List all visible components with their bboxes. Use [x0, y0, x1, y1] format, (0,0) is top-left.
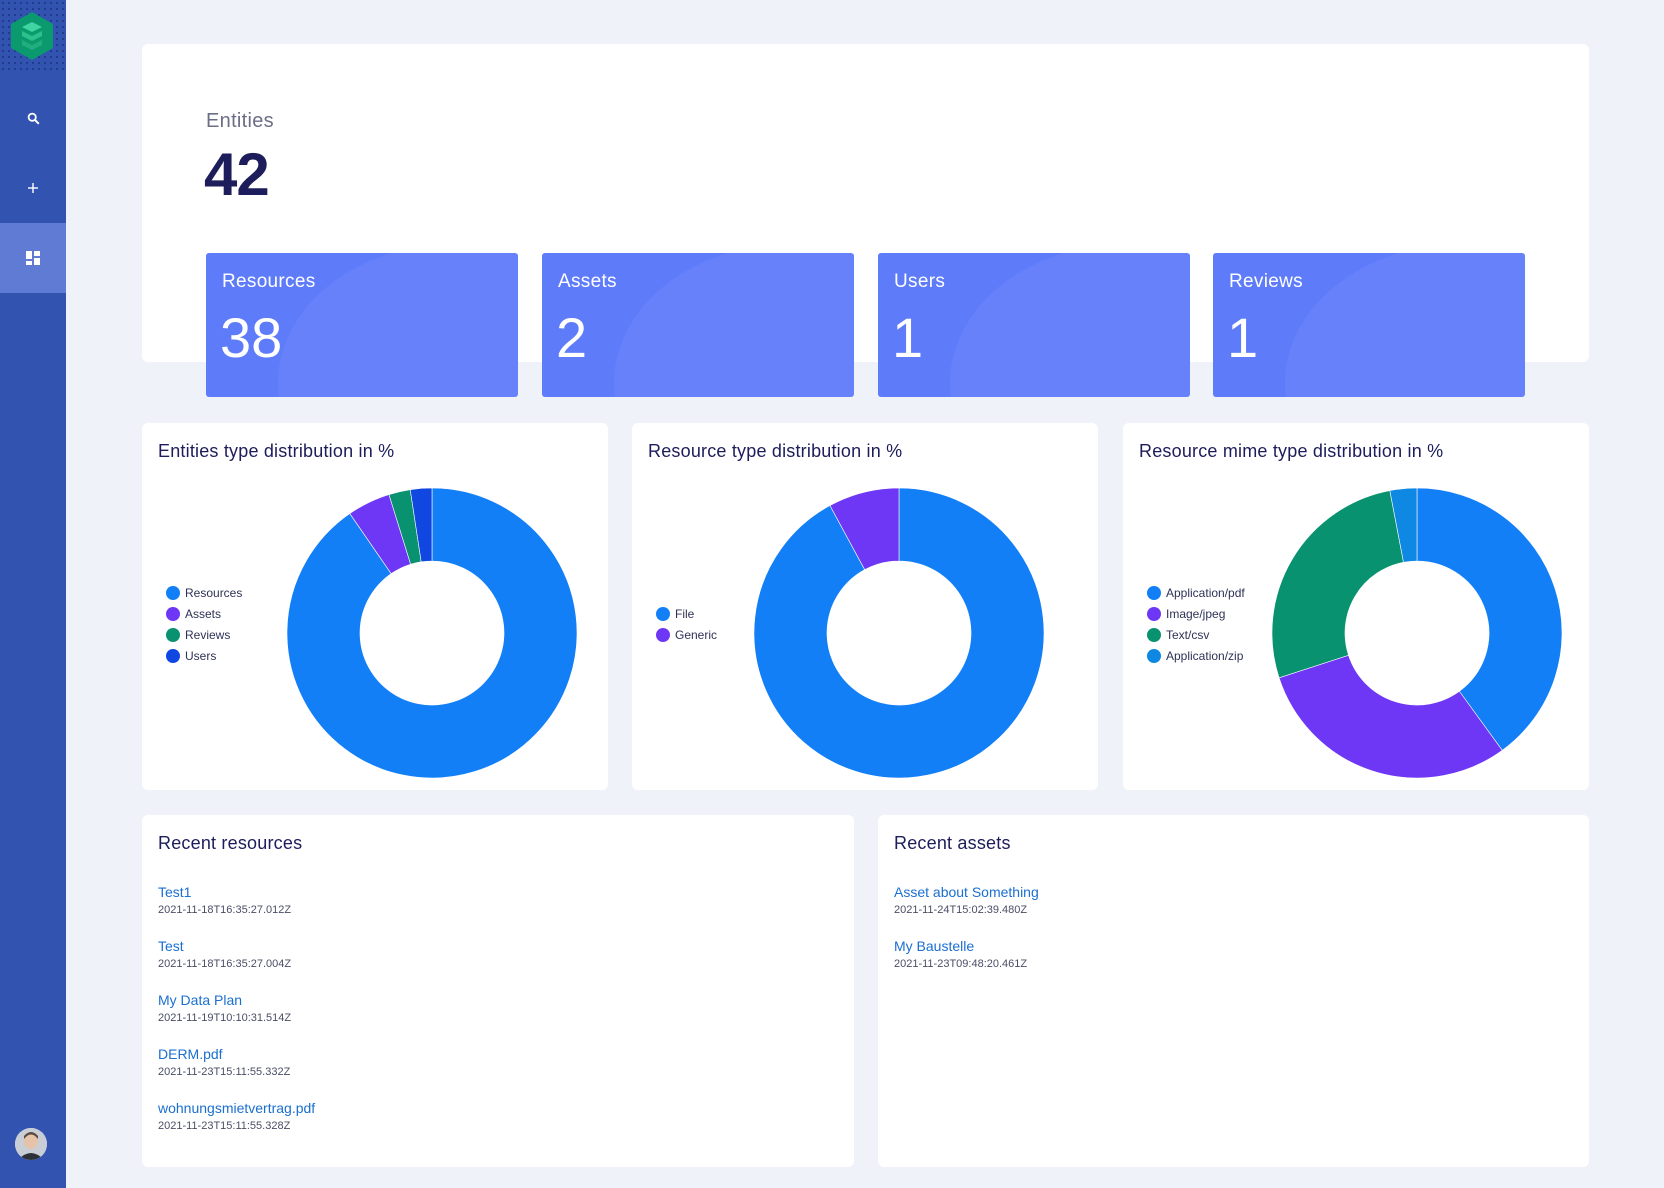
stat-card-resources[interactable]: Resources 38	[206, 253, 518, 397]
legend-label: Text/csv	[1166, 628, 1210, 642]
stat-value: 38	[220, 306, 283, 369]
stat-label: Resources	[222, 271, 316, 292]
list-item: Test 2021-11-18T16:35:27.004Z	[158, 937, 315, 991]
list-item: Test1 2021-11-18T16:35:27.012Z	[158, 883, 315, 937]
legend-item[interactable]: Resources	[166, 586, 242, 600]
mime-type-donut-chart	[1271, 487, 1563, 779]
legend-label: Resources	[185, 586, 243, 600]
asset-link[interactable]: My Baustelle	[894, 937, 1039, 955]
legend-swatch	[1147, 586, 1161, 600]
legend-swatch	[1147, 628, 1161, 642]
resource-date: 2021-11-18T16:35:27.012Z	[158, 904, 292, 916]
search-icon	[27, 112, 40, 125]
legend-label: Application/pdf	[1166, 586, 1245, 600]
legend-label: File	[675, 607, 695, 621]
legend-swatch	[1147, 649, 1161, 663]
entities-chart-card: Entities type distribution in % Resource…	[142, 423, 608, 790]
chart-title: Resource mime type distribution in %	[1139, 441, 1444, 461]
legend-label: Reviews	[185, 628, 231, 642]
stat-label: Assets	[558, 271, 617, 292]
chart-legend: Resources Assets Reviews Users	[166, 586, 242, 663]
sidebar-item-search[interactable]	[0, 83, 66, 153]
resource-link[interactable]: DERM.pdf	[158, 1045, 315, 1063]
sidebar-item-add[interactable]	[0, 153, 66, 223]
legend-item[interactable]: Users	[166, 649, 242, 663]
legend-label: Users	[185, 649, 217, 663]
legend-swatch	[656, 607, 670, 621]
donut-slice-image-jpeg[interactable]	[1278, 654, 1503, 779]
stat-value: 1	[1227, 306, 1259, 369]
resource-date: 2021-11-19T10:10:31.514Z	[158, 1012, 292, 1024]
resource-type-donut-chart	[753, 487, 1045, 779]
mime-type-chart-card: Resource mime type distribution in % App…	[1123, 423, 1589, 790]
list-item: Asset about Something 2021-11-24T15:02:3…	[894, 883, 1039, 937]
plus-icon	[28, 183, 38, 193]
legend-item[interactable]: Application/zip	[1147, 649, 1245, 663]
resource-link[interactable]: My Data Plan	[158, 991, 315, 1009]
legend-swatch	[166, 628, 180, 642]
app-logo[interactable]	[8, 10, 56, 62]
stat-value: 2	[556, 306, 588, 369]
chart-title: Entities type distribution in %	[158, 441, 395, 461]
entities-label: Entities	[206, 110, 274, 132]
recent-assets-title: Recent assets	[894, 833, 1011, 853]
asset-link[interactable]: Asset about Something	[894, 883, 1039, 901]
legend-label: Image/jpeg	[1166, 607, 1226, 621]
legend-item[interactable]: Image/jpeg	[1147, 607, 1245, 621]
donut-slice-text-csv[interactable]	[1271, 490, 1404, 679]
legend-swatch	[166, 649, 180, 663]
stat-card-users[interactable]: Users 1	[878, 253, 1190, 397]
legend-label: Assets	[185, 607, 222, 621]
asset-date: 2021-11-23T09:48:20.461Z	[894, 958, 1028, 970]
legend-swatch	[166, 586, 180, 600]
legend-item[interactable]: Reviews	[166, 628, 242, 642]
recent-resources-card: Recent resources Test1 2021-11-18T16:35:…	[142, 815, 854, 1167]
recent-assets-card: Recent assets Asset about Something 2021…	[878, 815, 1589, 1167]
stat-label: Users	[894, 271, 946, 292]
resource-link[interactable]: Test1	[158, 883, 315, 901]
stat-value: 1	[892, 306, 924, 369]
stat-label: Reviews	[1229, 271, 1303, 292]
asset-date: 2021-11-24T15:02:39.480Z	[894, 904, 1028, 916]
resource-link[interactable]: Test	[158, 937, 315, 955]
stat-card-assets[interactable]: Assets 2	[542, 253, 854, 397]
legend-swatch	[656, 628, 670, 642]
entities-count: 42	[204, 141, 270, 208]
legend-item[interactable]: Generic	[656, 628, 717, 642]
user-avatar[interactable]	[15, 1128, 47, 1160]
stat-card-reviews[interactable]: Reviews 1	[1213, 253, 1525, 397]
resource-date: 2021-11-23T15:11:55.332Z	[158, 1066, 291, 1078]
sidebar-item-dashboard[interactable]	[0, 223, 66, 293]
resource-date: 2021-11-23T15:11:55.328Z	[158, 1120, 291, 1132]
legend-label: Application/zip	[1166, 649, 1244, 663]
recent-resources-list: Test1 2021-11-18T16:35:27.012Z Test 2021…	[158, 883, 315, 1153]
legend-label: Generic	[675, 628, 718, 642]
recent-assets-list: Asset about Something 2021-11-24T15:02:3…	[894, 883, 1039, 991]
resource-date: 2021-11-18T16:35:27.004Z	[158, 958, 292, 970]
legend-item[interactable]: File	[656, 607, 717, 621]
resource-type-chart-card: Resource type distribution in % File Gene…	[632, 423, 1098, 790]
entities-donut-chart	[286, 487, 578, 779]
recent-resources-title: Recent resources	[158, 833, 303, 853]
resource-link[interactable]: wohnungsmietvertrag.pdf	[158, 1099, 315, 1117]
logo-area	[0, 0, 66, 74]
chart-title: Resource type distribution in %	[648, 441, 903, 461]
chart-legend: File Generic	[656, 607, 717, 642]
legend-swatch	[166, 607, 180, 621]
list-item: My Data Plan 2021-11-19T10:10:31.514Z	[158, 991, 315, 1045]
list-item: DERM.pdf 2021-11-23T15:11:55.332Z	[158, 1045, 315, 1099]
dashboard-icon	[26, 251, 40, 265]
sidebar	[0, 0, 66, 1188]
legend-item[interactable]: Assets	[166, 607, 242, 621]
legend-item[interactable]: Application/pdf	[1147, 586, 1245, 600]
legend-swatch	[1147, 607, 1161, 621]
list-item: My Baustelle 2021-11-23T09:48:20.461Z	[894, 937, 1039, 991]
legend-item[interactable]: Text/csv	[1147, 628, 1245, 642]
chart-legend: Application/pdf Image/jpeg Text/csv Applica…	[1147, 586, 1245, 663]
list-item: wohnungsmietvertrag.pdf 2021-11-23T15:11…	[158, 1099, 315, 1153]
